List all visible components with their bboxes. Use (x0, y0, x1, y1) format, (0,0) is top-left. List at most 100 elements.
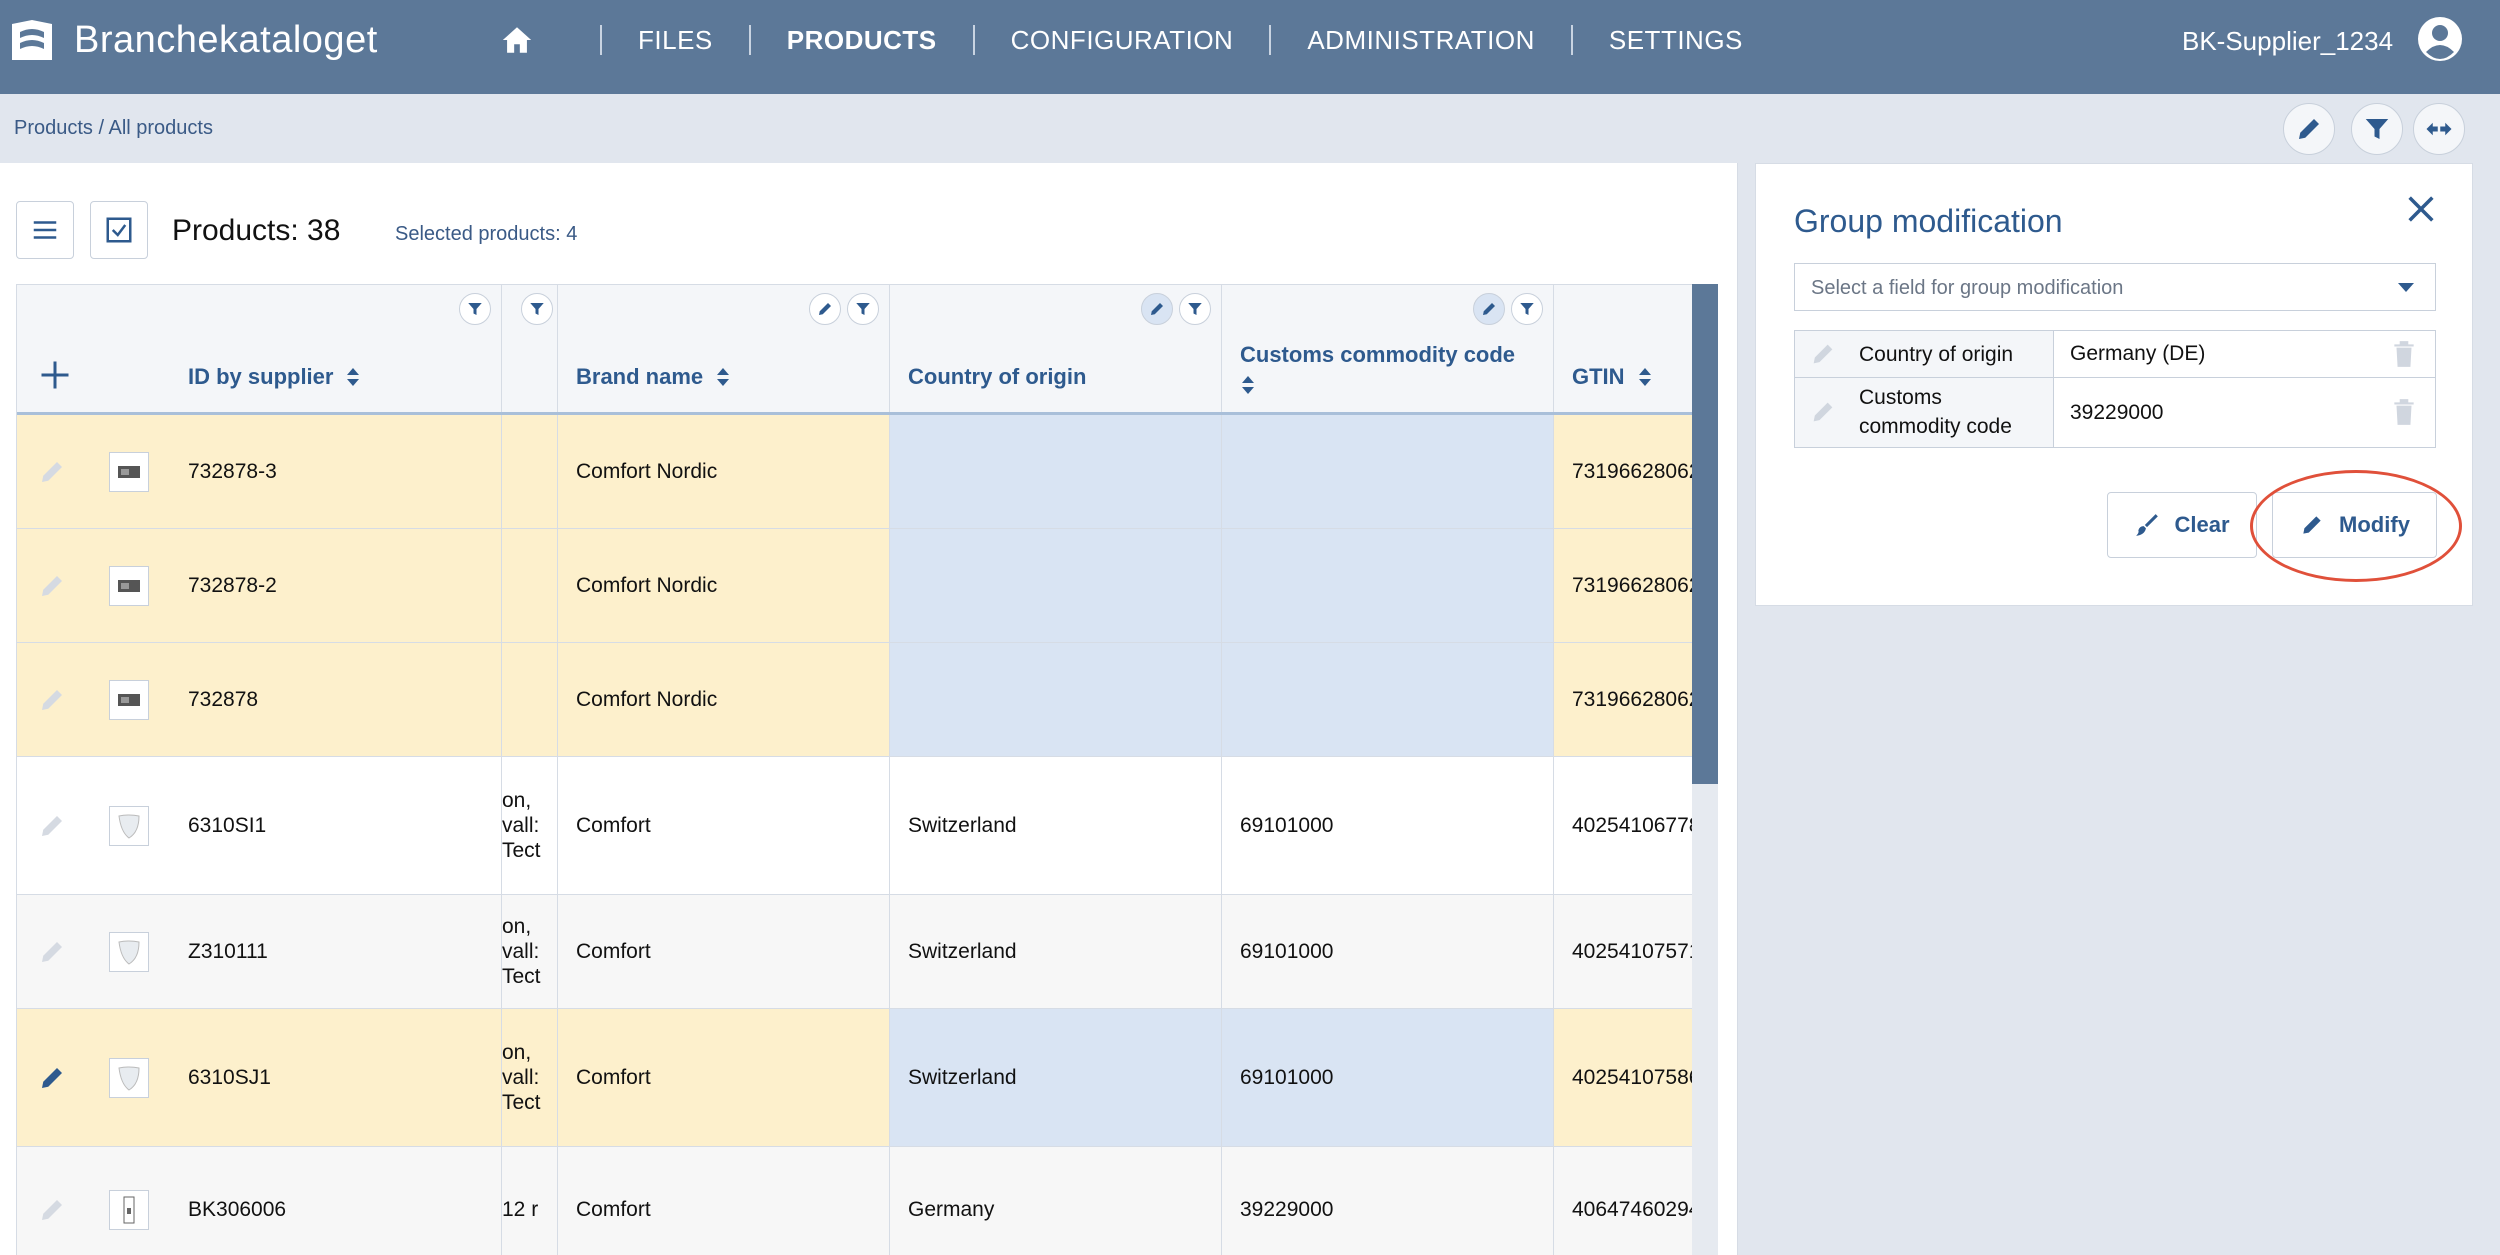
group-modification-field-select[interactable]: Select a field for group modification (1794, 263, 2436, 311)
table-cell-brand[interactable]: Comfort (558, 895, 890, 1008)
column-filter-button[interactable] (459, 293, 491, 325)
table-cell-customs[interactable] (1222, 643, 1554, 756)
table-cell-brand[interactable]: Comfort (558, 1009, 890, 1146)
column-filter-button[interactable] (521, 293, 553, 325)
nav-configuration[interactable]: CONFIGURATION (1011, 25, 1234, 56)
breadcrumb[interactable]: Products / All products (14, 117, 213, 140)
modification-field-value[interactable]: 39229000 (2053, 378, 2435, 447)
table-cell-id[interactable]: 6310SI1 (17, 757, 502, 894)
clear-button[interactable]: Clear (2107, 492, 2257, 558)
sort-icon[interactable] (715, 366, 731, 388)
table-row[interactable]: 732878 Comfort Nordic 73196628062 (17, 643, 1718, 757)
product-thumbnail[interactable] (109, 566, 149, 606)
column-edit-button[interactable] (809, 293, 841, 325)
table-cell-country[interactable]: Switzerland (890, 895, 1222, 1008)
trash-icon[interactable] (2391, 397, 2417, 427)
table-cell-country[interactable] (890, 643, 1222, 756)
table-cell-customs[interactable]: 39229000 (1222, 1147, 1554, 1255)
table-cell-customs[interactable]: 69101000 (1222, 757, 1554, 894)
table-cell-id[interactable]: 732878 (17, 643, 502, 756)
table-cell-partial[interactable]: on, vall: Tect (502, 1009, 558, 1146)
column-label[interactable]: Brand name (576, 364, 731, 390)
expand-width-button[interactable] (2413, 103, 2465, 155)
home-icon[interactable] (500, 23, 534, 57)
table-cell-partial[interactable] (502, 643, 558, 756)
column-edit-button[interactable] (1473, 293, 1505, 325)
plus-icon[interactable] (37, 357, 73, 393)
table-cell-customs[interactable]: 69101000 (1222, 895, 1554, 1008)
table-cell-partial[interactable]: on, vall: Tect (502, 895, 558, 1008)
sort-icon[interactable] (1637, 366, 1653, 388)
table-cell-country[interactable] (890, 415, 1222, 528)
table-row[interactable]: Z310111 on, vall: Tect Comfort Switzerland 6… (17, 895, 1718, 1009)
column-label[interactable]: Country of origin (908, 364, 1086, 390)
table-cell-id[interactable]: 732878-2 (17, 529, 502, 642)
row-edit-pencil-icon[interactable] (37, 457, 67, 487)
sort-icon[interactable] (1240, 374, 1256, 396)
table-row[interactable]: 6310SI1 on, vall: Tect Comfort Switzerland 6… (17, 757, 1718, 895)
row-edit-pencil-icon[interactable] (37, 811, 67, 841)
column-filter-button[interactable] (1511, 293, 1543, 325)
app-logo[interactable]: Branchekataloget (8, 16, 378, 64)
table-cell-id[interactable]: Z310111 (17, 895, 502, 1008)
product-thumbnail[interactable] (109, 1058, 149, 1098)
table-cell-partial[interactable] (502, 529, 558, 642)
product-thumbnail[interactable] (109, 806, 149, 846)
table-scrollbar-thumb[interactable] (1692, 284, 1718, 784)
table-cell-brand[interactable]: Comfort Nordic (558, 529, 890, 642)
table-row[interactable]: 732878-3 Comfort Nordic 73196628062 (17, 415, 1718, 529)
table-cell-brand[interactable]: Comfort Nordic (558, 643, 890, 756)
column-edit-button[interactable] (1141, 293, 1173, 325)
table-cell-country[interactable] (890, 529, 1222, 642)
nav-settings[interactable]: SETTINGS (1609, 25, 1743, 56)
table-cell-brand[interactable]: Comfort (558, 757, 890, 894)
table-cell-partial[interactable]: 12 r (502, 1147, 558, 1255)
selected-products-count[interactable]: Selected products: 4 (395, 223, 577, 246)
row-edit-pencil-icon[interactable] (37, 1063, 67, 1093)
table-cell-country[interactable]: Switzerland (890, 1009, 1222, 1146)
table-cell-partial[interactable] (502, 415, 558, 528)
row-edit-pencil-icon[interactable] (37, 571, 67, 601)
column-label[interactable]: ID by supplier (188, 364, 361, 390)
table-cell-country[interactable]: Switzerland (890, 757, 1222, 894)
user-name[interactable]: BK-Supplier_1234 (2182, 26, 2393, 57)
table-cell-customs[interactable] (1222, 529, 1554, 642)
table-cell-brand[interactable]: Comfort (558, 1147, 890, 1255)
table-cell-country[interactable]: Germany (890, 1147, 1222, 1255)
filter-button[interactable] (2351, 103, 2403, 155)
table-cell-customs[interactable]: 69101000 (1222, 1009, 1554, 1146)
select-all-button[interactable] (90, 201, 148, 259)
table-cell-partial[interactable]: on, vall: Tect (502, 757, 558, 894)
column-label[interactable]: Customs commodity code (1240, 342, 1515, 396)
product-thumbnail[interactable] (109, 680, 149, 720)
table-cell-customs[interactable] (1222, 415, 1554, 528)
column-menu-button[interactable] (16, 201, 74, 259)
row-edit-pencil-icon[interactable] (37, 685, 67, 715)
column-filter-button[interactable] (1179, 293, 1211, 325)
pencil-icon[interactable] (1809, 398, 1837, 426)
table-row[interactable]: BK306006 12 r Comfort Germany 39229000 406474… (17, 1147, 1718, 1255)
product-thumbnail[interactable] (109, 452, 149, 492)
edit-mode-button[interactable] (2283, 103, 2335, 155)
sort-icon[interactable] (345, 366, 361, 388)
nav-files[interactable]: FILES (638, 25, 713, 56)
column-label[interactable]: GTIN (1572, 364, 1653, 390)
modification-field-value[interactable]: Germany (DE) (2053, 331, 2435, 377)
row-edit-pencil-icon[interactable] (37, 1195, 67, 1225)
product-thumbnail[interactable] (109, 932, 149, 972)
table-cell-brand[interactable]: Comfort Nordic (558, 415, 890, 528)
row-edit-pencil-icon[interactable] (37, 937, 67, 967)
table-row[interactable]: 732878-2 Comfort Nordic 73196628062 (17, 529, 1718, 643)
table-cell-id[interactable]: 6310SJ1 (17, 1009, 502, 1146)
nav-administration[interactable]: ADMINISTRATION (1307, 25, 1535, 56)
table-cell-id[interactable]: 732878-3 (17, 415, 502, 528)
user-avatar-icon[interactable] (2417, 16, 2463, 62)
close-icon[interactable] (2404, 192, 2438, 226)
nav-products[interactable]: PRODUCTS (787, 25, 937, 56)
pencil-icon[interactable] (1809, 340, 1837, 368)
trash-icon[interactable] (2391, 339, 2417, 369)
table-row[interactable]: 6310SJ1 on, vall: Tect Comfort Switzerland 6… (17, 1009, 1718, 1147)
product-thumbnail[interactable] (109, 1190, 149, 1230)
column-filter-button[interactable] (847, 293, 879, 325)
table-cell-id[interactable]: BK306006 (17, 1147, 502, 1255)
